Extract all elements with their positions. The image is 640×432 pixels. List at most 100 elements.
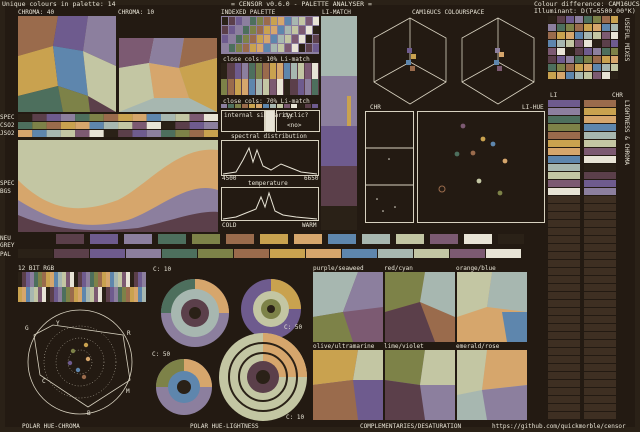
lightness-bar <box>548 356 580 363</box>
spec-strip-cell <box>146 114 161 121</box>
mix-swatch <box>602 24 610 31</box>
mix-swatch <box>566 56 574 63</box>
lightness-bar <box>548 164 580 171</box>
palette-swatch <box>278 26 284 34</box>
lime-violet-label: lime/violet <box>384 343 424 350</box>
rgb12-cell <box>74 287 78 302</box>
palette-swatch <box>257 17 263 25</box>
mix-swatch <box>575 56 583 63</box>
mix-swatch <box>548 56 556 63</box>
mix-swatch <box>584 72 592 79</box>
close-col-swatch <box>228 63 234 79</box>
close-col-swatch <box>221 79 227 95</box>
rgb12-cell <box>122 272 126 287</box>
palette-swatch <box>278 17 284 25</box>
palette-swatch <box>222 44 228 52</box>
spec-strip-cell <box>46 122 61 129</box>
palette-swatch <box>271 26 277 34</box>
polar-hue-chroma-title: POLAR HUE-CHROMA <box>22 423 80 430</box>
chroma-bar <box>584 372 616 379</box>
close-col-70-swatch <box>256 104 262 108</box>
rgb12-cell <box>94 287 98 302</box>
warm-label: WARM <box>302 222 317 229</box>
lightness-bar <box>548 124 580 131</box>
mix-swatch <box>611 56 618 63</box>
github-link[interactable]: https://github.com/quickmorble/censor <box>492 423 626 430</box>
complementaries-title: COMPLEMENTARIES/DESATURATION <box>360 423 462 430</box>
neutral-swatch <box>226 234 254 244</box>
chroma-bar <box>584 148 616 155</box>
lightness-bar <box>548 156 580 163</box>
rgb12-cell <box>126 272 130 287</box>
chroma-bar <box>584 292 616 299</box>
close-col-swatch <box>305 63 311 79</box>
palette-swatch <box>236 44 242 52</box>
spec-strip-cell <box>132 130 147 137</box>
lightness-bar <box>548 284 580 291</box>
spec-strip-cell <box>46 130 61 137</box>
chroma-bar <box>584 268 616 275</box>
mix-swatch <box>566 64 574 71</box>
spec-strip-cell <box>75 114 90 121</box>
rgb12-cell <box>130 287 134 302</box>
orange-blue-mix <box>457 272 527 342</box>
useful-mixes-grid[interactable] <box>548 16 618 82</box>
mix-swatch <box>575 48 583 55</box>
cam16-colourspace-label: CAM16UCS COLOURSPACE <box>412 9 485 16</box>
pal-swatch <box>414 249 449 258</box>
similarity-check[interactable] <box>265 110 275 132</box>
spec-strip-cell <box>32 114 47 121</box>
lightness-bar <box>548 228 580 235</box>
chroma-10-label: CHROMA: 10 <box>118 9 155 16</box>
lightness-bar <box>548 388 580 395</box>
mix-swatch <box>593 56 601 63</box>
spec-strip-cell <box>161 130 176 137</box>
close-col-70-swatch <box>312 104 318 108</box>
mix-swatch <box>557 48 565 55</box>
palette-swatch <box>229 44 235 52</box>
pal-swatch <box>54 249 89 258</box>
chroma-bar <box>584 124 616 131</box>
neutral-swatch <box>362 234 390 244</box>
palette-swatch <box>299 26 305 34</box>
rgb12-cell <box>62 272 66 287</box>
rgb12-cell <box>42 287 46 302</box>
purple-seaweed-mix <box>313 272 383 342</box>
polar-hue-chroma-plot <box>27 309 133 415</box>
lightness-bar <box>548 252 580 259</box>
lightness-bar <box>548 300 580 307</box>
red-cyan-label: red/cyan <box>384 265 413 272</box>
lime-violet-mix <box>385 350 455 420</box>
palette-swatch <box>292 35 298 43</box>
spec-strip-cell <box>103 130 119 137</box>
spec-strip-cell <box>75 122 90 129</box>
olive-ultramarine-label: olive/ultramarine <box>313 343 375 350</box>
palette-swatch <box>299 44 305 52</box>
chroma-bar <box>584 204 616 211</box>
rgb12-cell <box>130 272 134 287</box>
chroma-bar <box>584 404 616 411</box>
neutral-swatch <box>464 234 492 244</box>
mix-swatch <box>611 64 618 71</box>
indexed-palette-grid[interactable] <box>221 16 319 54</box>
palette-swatch <box>250 26 256 34</box>
spec-strip-cell <box>89 122 104 129</box>
cyclic-label: cyclic? <box>283 112 309 119</box>
palette-swatch <box>222 17 228 25</box>
palette-swatch <box>243 26 249 34</box>
spec-strip-cell <box>132 122 147 129</box>
mix-swatch <box>557 40 565 47</box>
censor-app-window: Unique colours in palette: 14 = CENSOR v… <box>0 0 640 432</box>
lightness-bar <box>548 116 580 123</box>
axis-m: M <box>126 388 130 395</box>
mix-swatch <box>602 48 610 55</box>
orange-blue-label: orange/blue <box>456 265 496 272</box>
palette-swatch <box>306 44 312 52</box>
palette-swatch <box>222 26 228 34</box>
mix-swatch <box>584 48 592 55</box>
cyclic-value: <no> <box>287 122 302 129</box>
indexed-palette-label: INDEXED PALETTE <box>221 9 276 16</box>
rgb12-cell <box>126 287 130 302</box>
rgb12-cell <box>114 272 118 287</box>
mix-swatch <box>611 40 618 47</box>
